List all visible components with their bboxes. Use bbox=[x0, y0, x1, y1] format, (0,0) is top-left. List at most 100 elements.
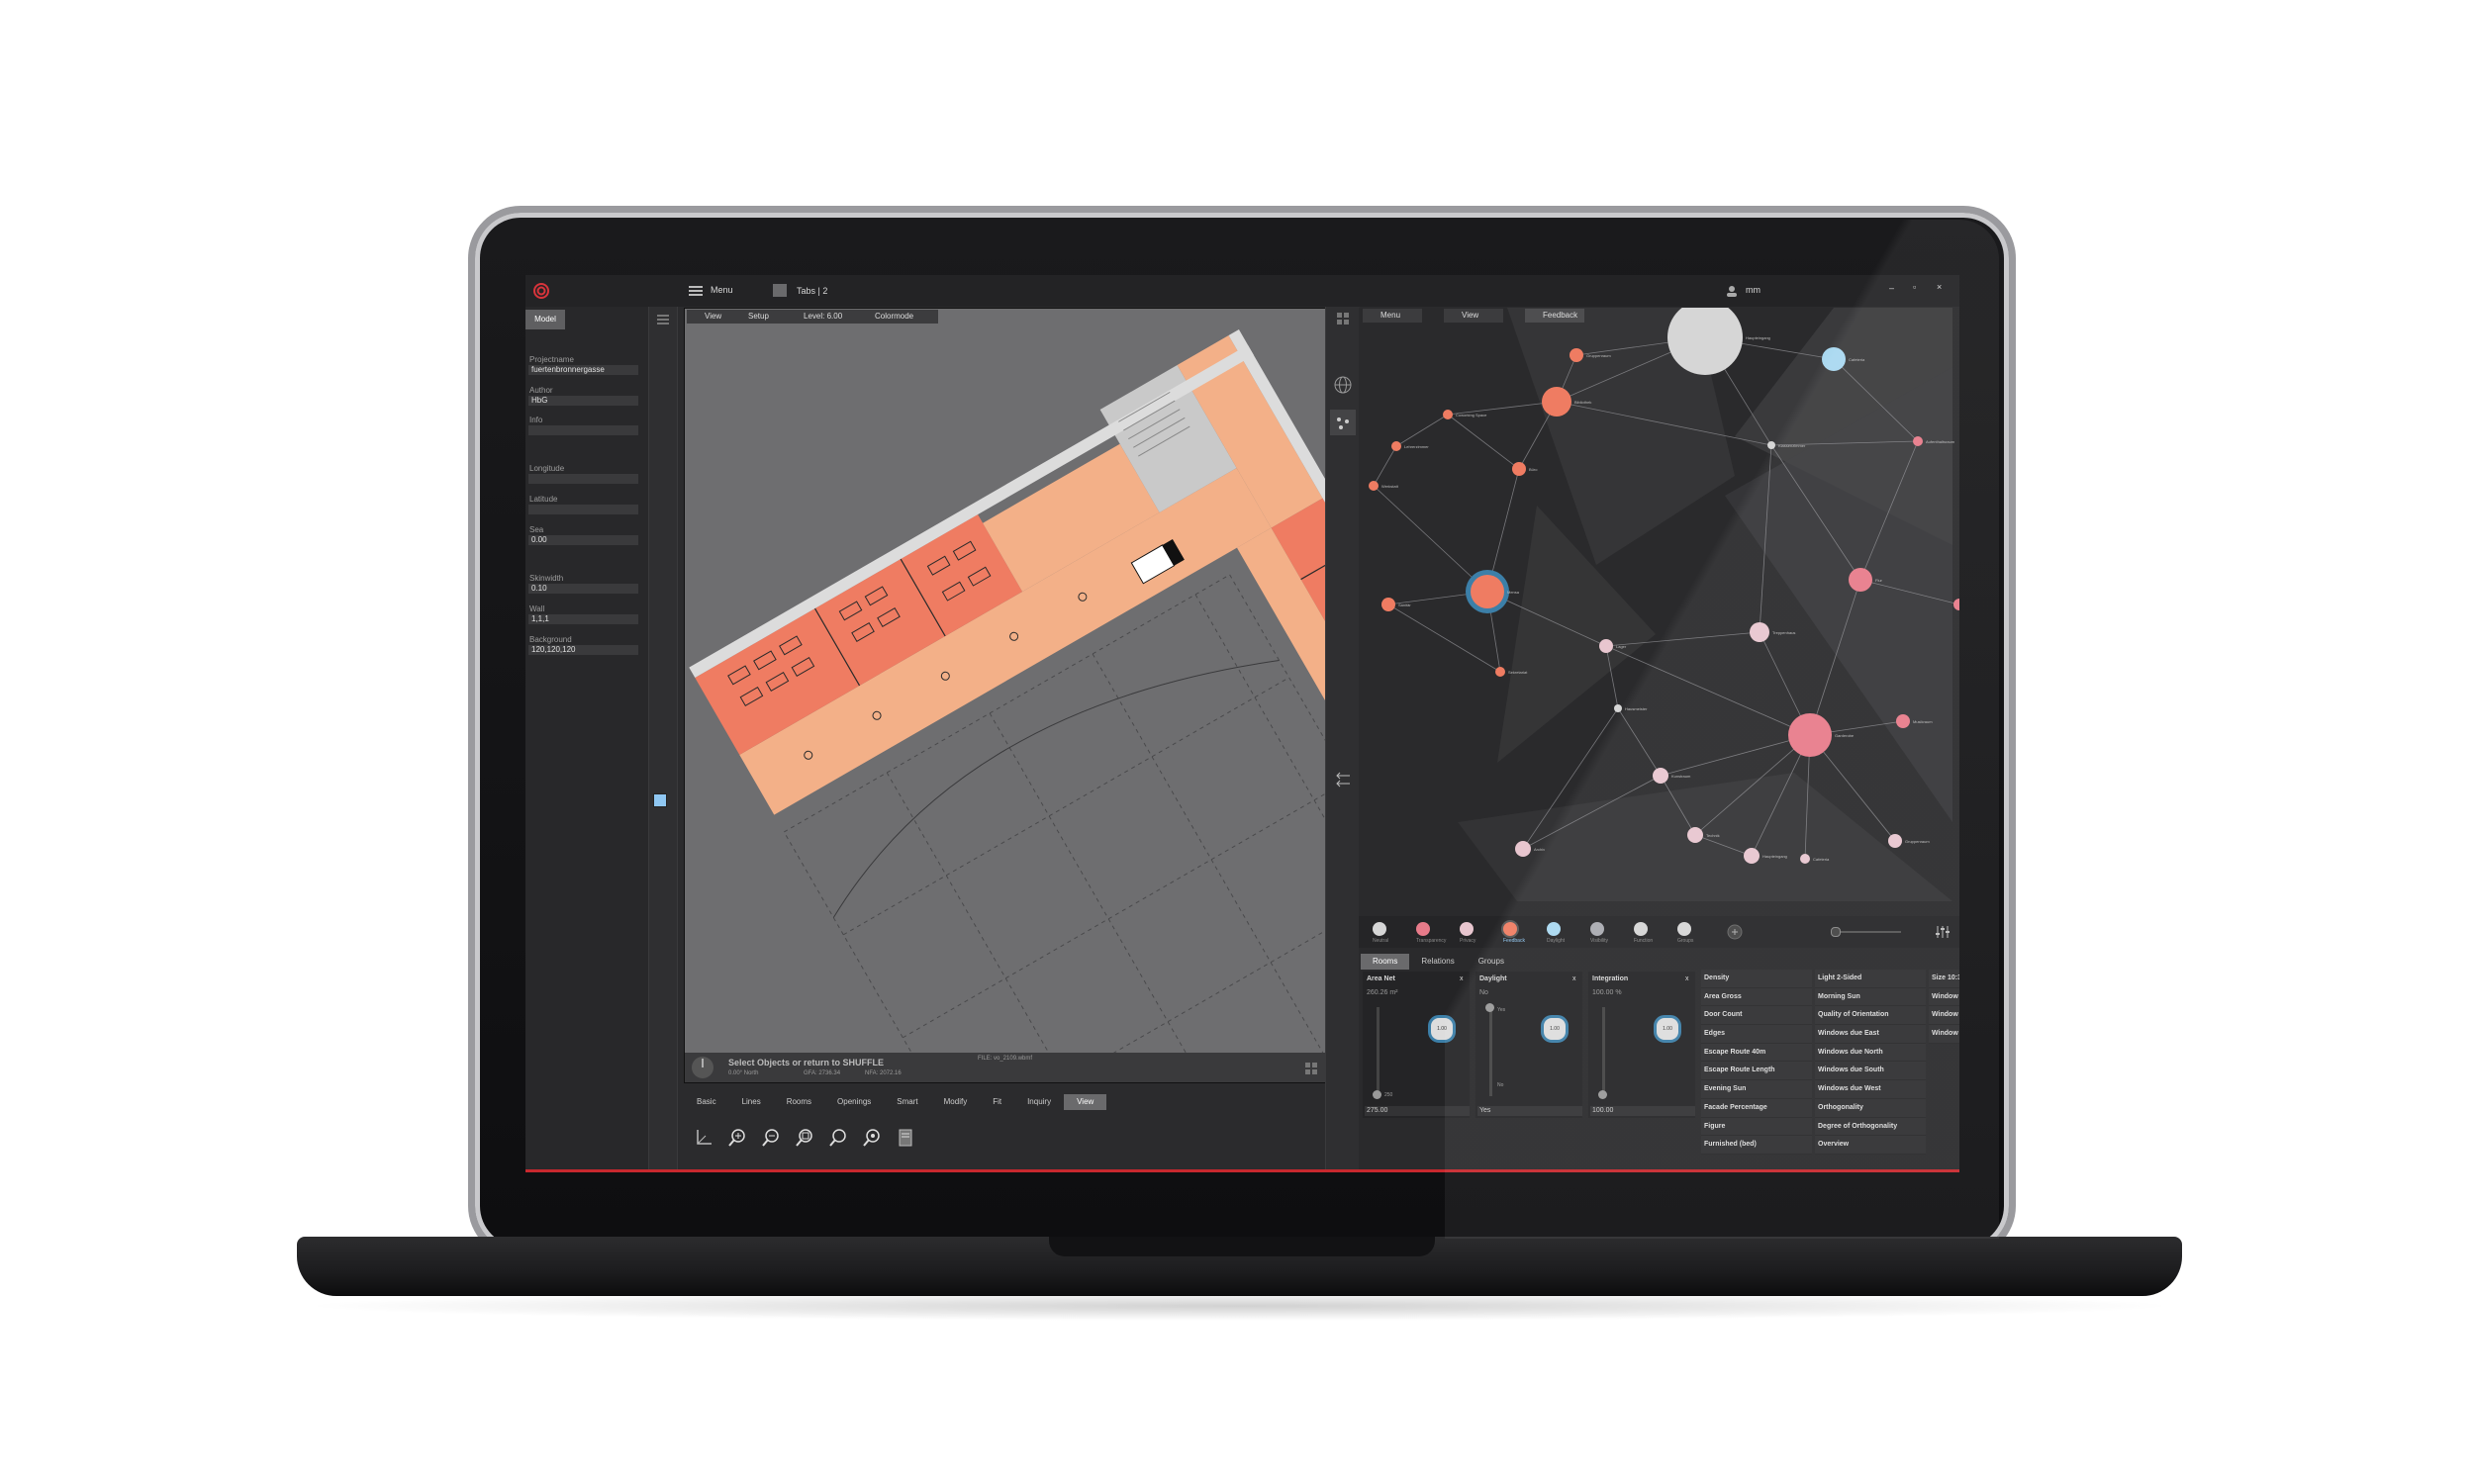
remove-control-icon[interactable]: x bbox=[1460, 975, 1464, 982]
criteria-item[interactable]: Morning Sun bbox=[1815, 987, 1926, 1007]
zoom-window-icon[interactable] bbox=[828, 1128, 848, 1148]
criteria-item[interactable]: Windows due North bbox=[1815, 1043, 1926, 1063]
criteria-item[interactable]: Windows due West bbox=[1815, 1080, 1926, 1099]
criteria-item[interactable]: Windows due East bbox=[1815, 1025, 1926, 1044]
longitude-input[interactable] bbox=[528, 474, 638, 484]
graph-node[interactable]: Klassenzimmer bbox=[1767, 441, 1806, 449]
user-button[interactable]: mm bbox=[1726, 284, 1760, 302]
graph-mode-button[interactable] bbox=[1330, 410, 1356, 435]
bottom-tab-openings[interactable]: Openings bbox=[824, 1094, 884, 1110]
bottom-tab-lines[interactable]: Lines bbox=[729, 1094, 774, 1110]
axis-icon[interactable] bbox=[694, 1128, 714, 1148]
integration-input[interactable]: 100.00 bbox=[1590, 1106, 1695, 1116]
criteria-item[interactable]: Furnished (bed) bbox=[1701, 1136, 1812, 1155]
criteria-item[interactable]: Facade Percentage bbox=[1701, 1098, 1812, 1118]
bottom-tab-view[interactable]: View bbox=[1064, 1094, 1107, 1110]
filter-dot[interactable]: Groups bbox=[1677, 922, 1693, 944]
maximize-icon[interactable]: ▫ bbox=[1913, 282, 1916, 292]
bottom-tab-inquiry[interactable]: Inquiry bbox=[1014, 1094, 1064, 1110]
wall-color-input[interactable]: 1,1,1 bbox=[528, 614, 638, 624]
relation-graph[interactable]: Haupteingang Cafeteria Gruppenraum Biblioth… bbox=[1359, 308, 1959, 916]
criteria-item[interactable]: Window C bbox=[1929, 1006, 1959, 1026]
data-tab-groups[interactable]: Groups bbox=[1467, 954, 1516, 970]
criteria-item[interactable]: Evening Sun bbox=[1701, 1080, 1812, 1099]
filter-dot[interactable]: Transparency bbox=[1416, 922, 1446, 944]
filter-dot[interactable]: Function bbox=[1634, 922, 1653, 944]
close-icon[interactable]: × bbox=[1937, 282, 1942, 292]
criteria-item[interactable]: Overview bbox=[1815, 1136, 1926, 1155]
criteria-item[interactable]: Door Count bbox=[1701, 1006, 1812, 1026]
background-color-input[interactable]: 120,120,120 bbox=[528, 645, 638, 655]
vertical-slider[interactable] bbox=[1489, 1007, 1492, 1096]
swap-arrows-icon[interactable] bbox=[1334, 772, 1352, 788]
filter-dot[interactable]: Daylight bbox=[1547, 922, 1565, 944]
criteria-item[interactable]: Windows due South bbox=[1815, 1062, 1926, 1081]
criteria-item[interactable]: Window A bbox=[1929, 987, 1959, 1007]
relation-graph-panel[interactable]: Haupteingang Cafeteria Gruppenraum Biblioth… bbox=[1359, 308, 1959, 916]
settings-sliders-icon[interactable] bbox=[1935, 924, 1951, 940]
criteria-item[interactable]: Escape Route 40m bbox=[1701, 1043, 1812, 1063]
area-net-input[interactable]: 275.00 bbox=[1365, 1106, 1470, 1116]
grid-menu-icon[interactable] bbox=[1337, 313, 1349, 325]
daylight-input[interactable]: Yes bbox=[1477, 1106, 1582, 1116]
app-logo-icon[interactable] bbox=[533, 283, 549, 299]
criteria-item[interactable]: Density bbox=[1701, 970, 1812, 988]
menu-button[interactable]: Menu bbox=[689, 284, 733, 302]
graph-size-slider-thumb[interactable] bbox=[1831, 927, 1841, 937]
filter-dot[interactable]: Neutral bbox=[1373, 922, 1388, 944]
floor-plan-drawing[interactable] bbox=[685, 309, 1326, 1082]
filter-dot[interactable]: Privacy bbox=[1460, 922, 1475, 944]
bottom-tab-modify[interactable]: Modify bbox=[931, 1094, 981, 1110]
criteria-item[interactable]: Degree of Orthogonality bbox=[1815, 1117, 1926, 1137]
minimize-icon[interactable]: – bbox=[1889, 283, 1894, 293]
author-input[interactable]: HbG bbox=[528, 396, 638, 406]
plan-tab-colormode[interactable]: Colormode bbox=[857, 310, 938, 324]
floor-plan-view[interactable]: View Setup Level: 6.00 Colormode Select … bbox=[684, 308, 1327, 1083]
criteria-item[interactable]: Window Q bbox=[1929, 1025, 1959, 1044]
graph-node[interactable]: Hausmeister bbox=[1614, 704, 1648, 712]
graph-tab-feedback[interactable]: Feedback bbox=[1525, 309, 1584, 323]
bottom-tab-fit[interactable]: Fit bbox=[980, 1094, 1014, 1110]
slider-thumb[interactable] bbox=[1485, 1003, 1494, 1012]
filter-dot[interactable]: Visibility bbox=[1590, 922, 1608, 944]
criteria-item[interactable]: Light 2-Sided bbox=[1815, 970, 1926, 988]
criteria-item[interactable]: Edges bbox=[1701, 1025, 1812, 1044]
filter-dot[interactable]: Feedback bbox=[1503, 922, 1525, 944]
color-swatch[interactable] bbox=[653, 793, 667, 807]
graph-size-slider[interactable] bbox=[1832, 931, 1901, 933]
vertical-slider[interactable] bbox=[1377, 1007, 1380, 1096]
zoom-fit-icon[interactable] bbox=[795, 1128, 814, 1148]
add-filter-icon[interactable] bbox=[1727, 924, 1743, 940]
model-tab[interactable]: Model bbox=[525, 310, 565, 329]
zoom-out-icon[interactable] bbox=[761, 1128, 781, 1148]
criteria-item[interactable]: Area Gross bbox=[1701, 987, 1812, 1007]
slider-thumb[interactable] bbox=[1598, 1090, 1607, 1099]
globe-icon[interactable] bbox=[1334, 376, 1352, 394]
weight-dial[interactable]: 1.00 bbox=[1541, 1015, 1569, 1043]
sea-level-input[interactable]: 0.00 bbox=[528, 535, 638, 545]
vertical-slider[interactable] bbox=[1602, 1007, 1605, 1096]
latitude-input[interactable] bbox=[528, 505, 638, 514]
compass-icon[interactable] bbox=[691, 1056, 714, 1079]
criteria-item[interactable]: Size 10:30 bbox=[1929, 970, 1959, 988]
bottom-tab-basic[interactable]: Basic bbox=[684, 1094, 729, 1110]
criteria-item[interactable]: Figure bbox=[1701, 1117, 1812, 1137]
grid-icon[interactable] bbox=[1305, 1063, 1317, 1074]
remove-control-icon[interactable]: x bbox=[1572, 975, 1576, 982]
remove-control-icon[interactable]: x bbox=[1685, 975, 1689, 982]
graph-tab-menu[interactable]: Menu bbox=[1363, 309, 1422, 323]
criteria-item[interactable]: Quality of Orientation bbox=[1815, 1006, 1926, 1026]
projectname-input[interactable]: fuertenbronnergasse bbox=[528, 365, 638, 375]
list-icon[interactable] bbox=[657, 315, 669, 325]
skinwidth-input[interactable]: 0.10 bbox=[528, 584, 638, 594]
zoom-in-icon[interactable] bbox=[727, 1128, 747, 1148]
weight-dial[interactable]: 1.00 bbox=[1654, 1015, 1681, 1043]
data-tab-relations[interactable]: Relations bbox=[1409, 954, 1466, 970]
data-tab-rooms[interactable]: Rooms bbox=[1361, 954, 1410, 970]
print-icon[interactable] bbox=[896, 1128, 915, 1148]
slider-thumb[interactable] bbox=[1373, 1090, 1381, 1099]
criteria-item[interactable]: Escape Route Length bbox=[1701, 1062, 1812, 1081]
criteria-item[interactable]: Orthogonality bbox=[1815, 1098, 1926, 1118]
bottom-tab-smart[interactable]: Smart bbox=[884, 1094, 930, 1110]
bottom-tab-rooms[interactable]: Rooms bbox=[774, 1094, 824, 1110]
